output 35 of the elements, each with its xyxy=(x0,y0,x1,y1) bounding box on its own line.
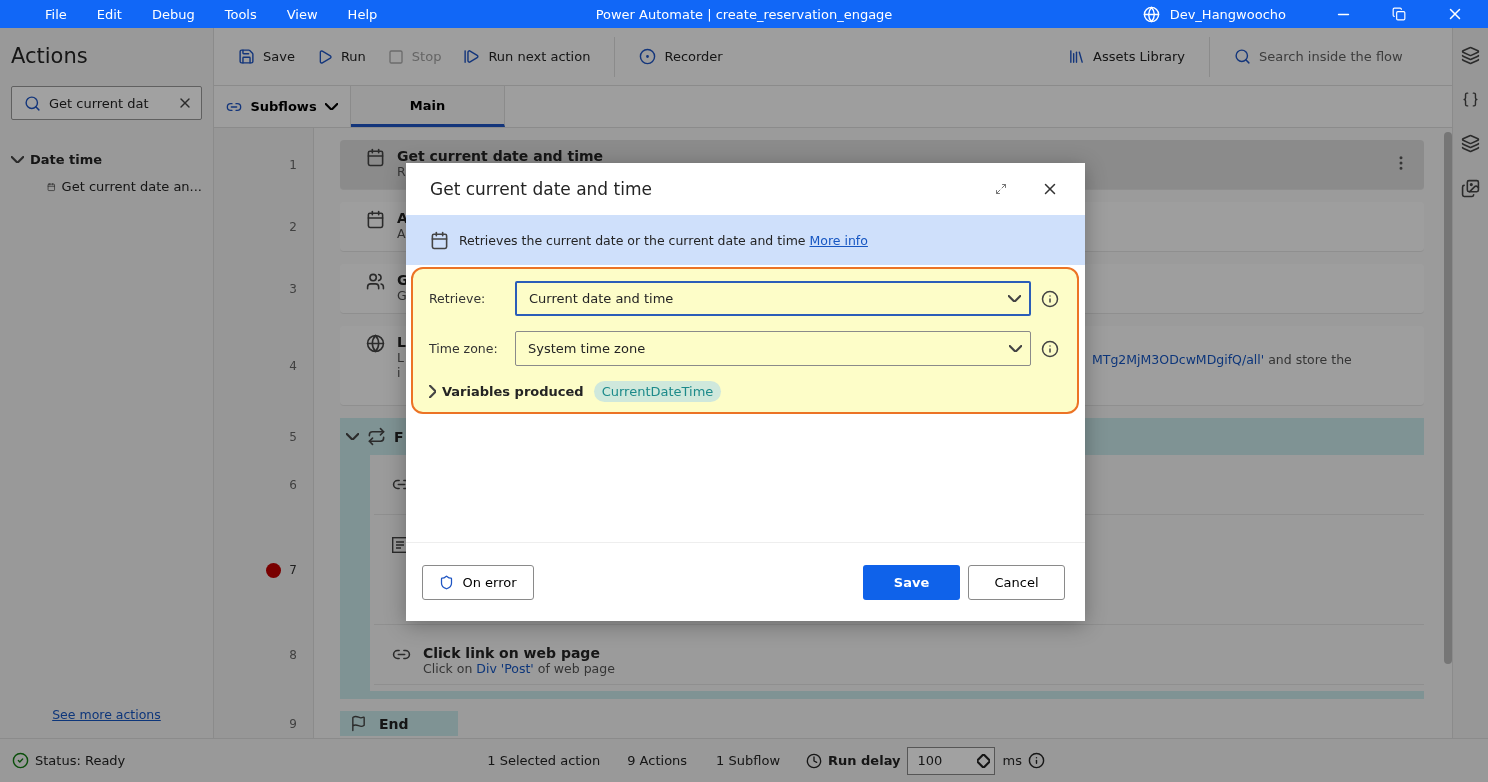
action-description: Click on Div 'Post' of web page xyxy=(423,661,615,676)
action-description: R xyxy=(397,164,407,179)
run-delay-label: Run delay xyxy=(828,753,901,768)
action-description: i xyxy=(397,365,402,380)
line-number: 5 xyxy=(289,429,297,444)
action-title: L xyxy=(397,334,406,350)
variables-label: Variables produced xyxy=(442,384,584,399)
action-title: End xyxy=(379,715,409,732)
unit-label: ms xyxy=(1002,753,1022,768)
line-number: 9 xyxy=(289,716,297,731)
variable-tag: CurrentDateTime xyxy=(593,381,722,402)
line-number: 2 xyxy=(289,220,297,234)
line-number: 4 xyxy=(289,359,297,373)
subflow-count: 1 Subflow xyxy=(716,753,780,768)
selection-count: 1 Selected action xyxy=(487,753,601,768)
dialog-title: Get current date and time xyxy=(430,179,653,199)
window-title: Power Automate | create_reservation_engage xyxy=(595,6,893,22)
line-number: 8 xyxy=(289,648,297,662)
action-count: 9 Actions xyxy=(627,753,688,768)
action-description: MTg2MjM3ODcwMDgifQ/all' and store the xyxy=(1092,352,1352,367)
line-number: 7 xyxy=(289,563,297,577)
status-text: Status: Ready xyxy=(35,753,126,768)
info-text: Retrieves the current date or the current date and time More info xyxy=(459,232,868,248)
action-description: G xyxy=(397,288,408,303)
action-description: A xyxy=(397,226,407,241)
action-title: F xyxy=(394,428,404,445)
action-title: Click link on web page xyxy=(423,645,601,661)
line-number: 3 xyxy=(289,282,297,296)
field-label: Time zone: xyxy=(429,341,499,356)
line-number: 1 xyxy=(289,158,297,172)
action-description: L xyxy=(397,350,405,365)
action-title: Get current date and time xyxy=(397,148,604,164)
field-label: Retrieve: xyxy=(429,291,487,306)
panel-title: Actions xyxy=(11,44,89,68)
line-number: 6 xyxy=(289,478,297,492)
